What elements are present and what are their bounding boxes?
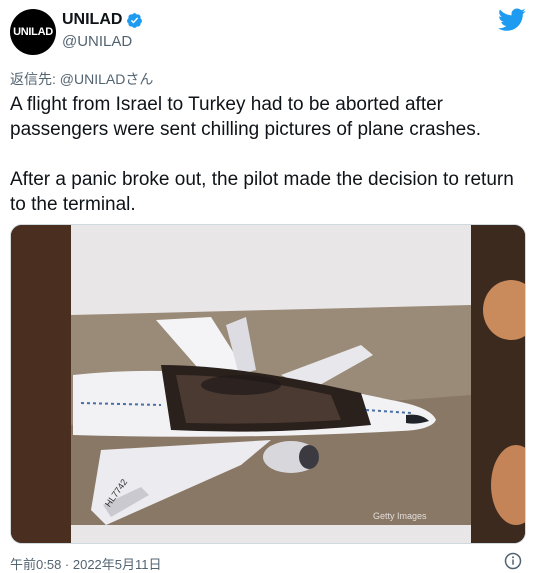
reply-target-link[interactable]: @UNILADさん bbox=[60, 71, 154, 87]
avatar[interactable]: UNILAD bbox=[10, 9, 56, 55]
twitter-bird-icon[interactable] bbox=[498, 8, 526, 32]
watermark-text: Getty Images bbox=[373, 511, 427, 521]
tweet-media-image[interactable]: HL7742 Getty Images bbox=[10, 224, 526, 544]
reply-prefix: 返信先: bbox=[10, 71, 60, 87]
author-handle[interactable]: @UNILAD bbox=[62, 33, 132, 50]
verified-badge-icon bbox=[127, 12, 143, 28]
info-icon[interactable] bbox=[504, 552, 522, 570]
tweet-text: A flight from Israel to Turkey had to be… bbox=[10, 94, 514, 215]
author-display-name[interactable]: UNILAD bbox=[62, 11, 122, 29]
tweet-card: UNILAD UNILAD @UNILAD 返信先: @UNILADさん A f… bbox=[0, 0, 542, 573]
reply-context: 返信先: @UNILADさん bbox=[10, 69, 153, 89]
crashed-plane-photo bbox=[11, 225, 525, 543]
avatar-label: UNILAD bbox=[13, 26, 53, 38]
author-name-row: UNILAD bbox=[62, 11, 143, 29]
tweet-timestamp[interactable]: 午前0:58 · 2022年5月11日 bbox=[10, 554, 162, 573]
